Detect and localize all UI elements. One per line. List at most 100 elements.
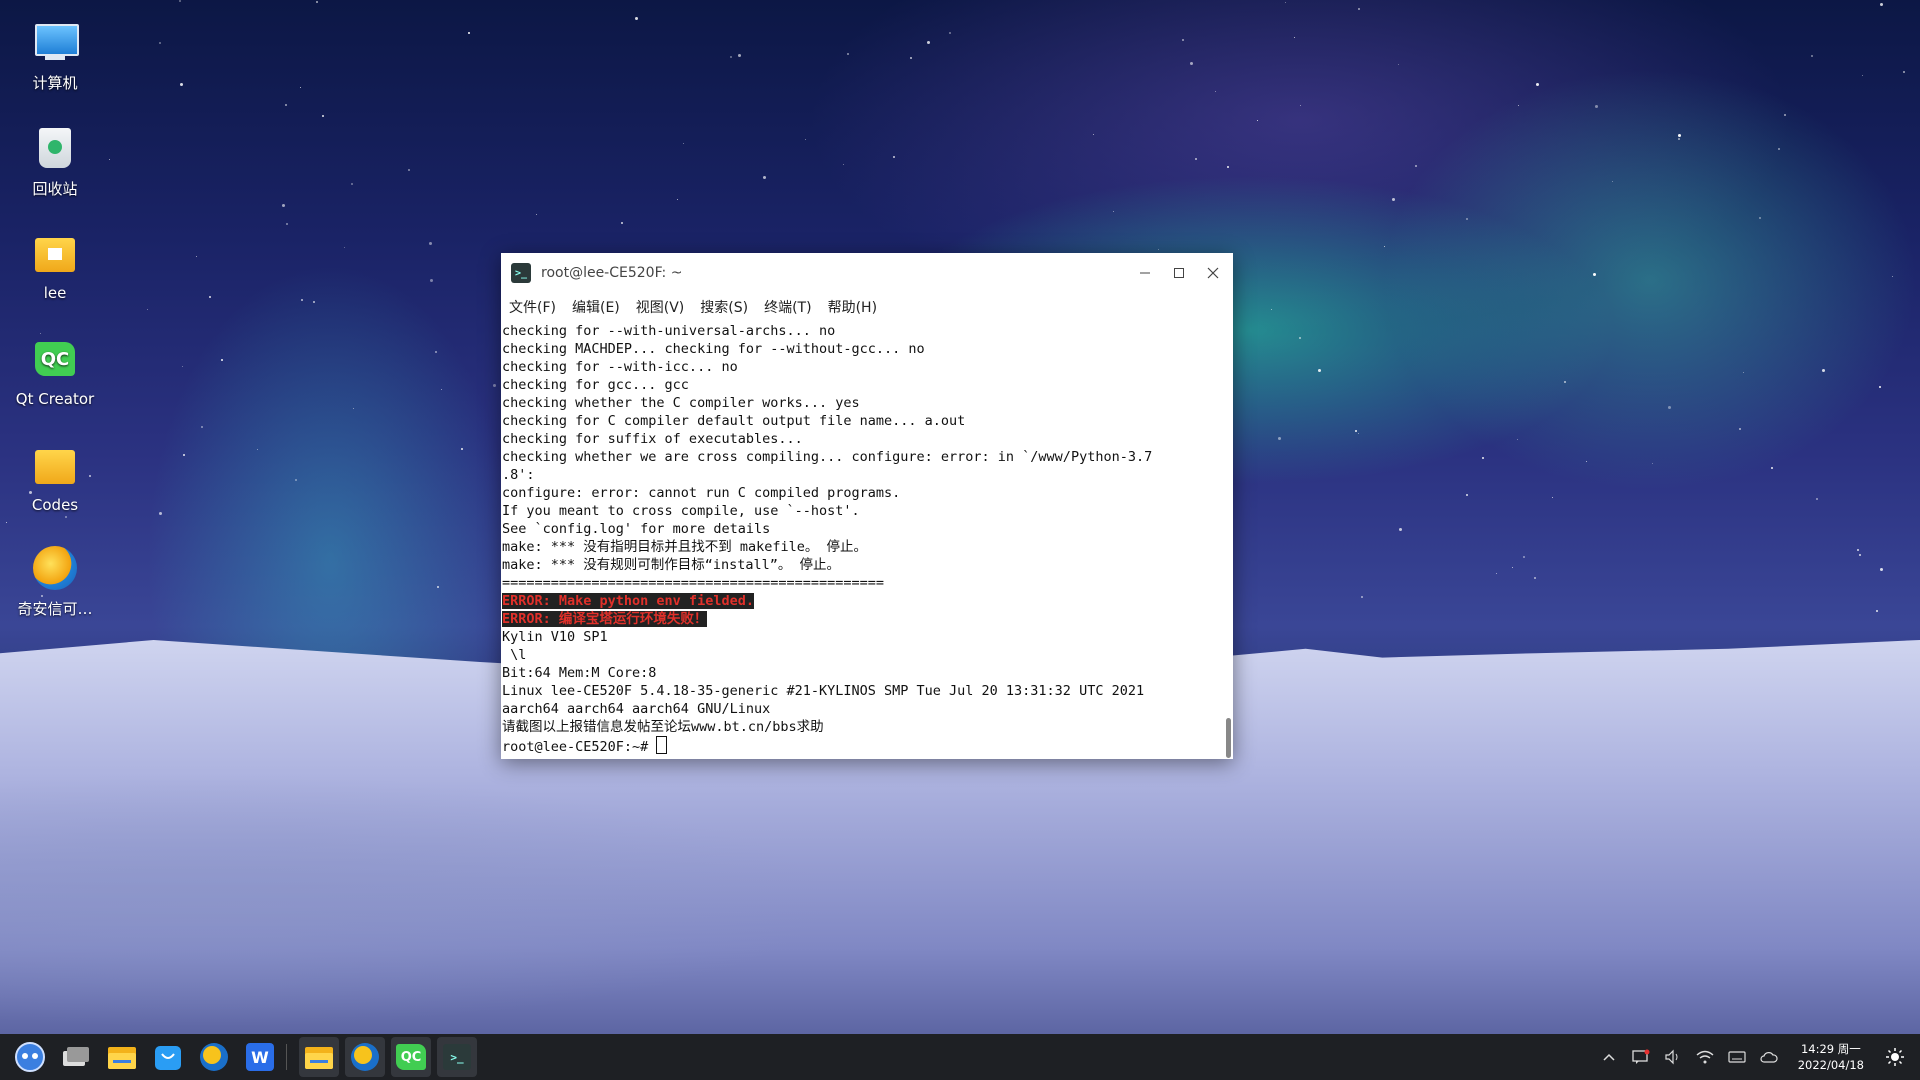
- star: [195, 255, 197, 257]
- star: [109, 159, 110, 161]
- terminal-window[interactable]: >_ root@lee-CE520F: ~ 文件(F) 编辑(E) 视图(V) …: [501, 253, 1233, 759]
- clock-time: 14:29 周一: [1800, 1042, 1861, 1056]
- volume-button[interactable]: [1658, 1042, 1688, 1072]
- notification-button[interactable]: [1626, 1042, 1656, 1072]
- maximize-icon: [1174, 268, 1184, 278]
- star: [1586, 460, 1588, 462]
- star: [682, 142, 684, 144]
- desktop-icon-qt-creator[interactable]: QC Qt Creator: [10, 336, 100, 408]
- software-store-button[interactable]: [148, 1037, 188, 1077]
- menu-view[interactable]: 视图(V): [636, 297, 685, 317]
- star: [209, 296, 212, 299]
- star: [1739, 428, 1742, 431]
- star: [285, 223, 288, 226]
- start-menu-button[interactable]: [10, 1037, 50, 1077]
- menu-file[interactable]: 文件(F): [509, 297, 556, 317]
- desktop-icon-browser[interactable]: 奇安信可…: [10, 544, 100, 619]
- star: [428, 241, 432, 245]
- computer-icon: [31, 18, 79, 66]
- star: [621, 221, 624, 224]
- menu-help[interactable]: 帮助(H): [828, 297, 877, 317]
- desktop-icon-trash[interactable]: 回收站: [10, 124, 100, 199]
- cloud-button[interactable]: [1754, 1042, 1784, 1072]
- multitask-view-button[interactable]: [56, 1037, 96, 1077]
- menu-terminal[interactable]: 终端(T): [764, 297, 811, 317]
- star: [180, 82, 184, 86]
- star: [1816, 497, 1819, 500]
- output-line: make: *** 没有指明目标并且找不到 makefile。 停止。: [502, 539, 868, 555]
- tray-expand-button[interactable]: [1594, 1042, 1624, 1072]
- star: [1878, 386, 1881, 389]
- window-title: root@lee-CE520F: ~: [541, 265, 683, 281]
- star: [1592, 272, 1596, 276]
- output-line: 请截图以上报错信息发帖至论坛www.bt.cn/bbs求助: [502, 719, 824, 735]
- desktop-icon-label: lee: [43, 284, 67, 302]
- menu-edit[interactable]: 编辑(E): [572, 297, 620, 317]
- terminal-output[interactable]: checking for --with-universal-archs... n…: [501, 322, 1223, 759]
- text-cursor: [656, 736, 668, 754]
- star: [1668, 405, 1672, 409]
- star: [181, 365, 183, 367]
- maximize-button[interactable]: [1167, 261, 1191, 285]
- clock[interactable]: 14:29 周一 2022/04/18: [1798, 1041, 1864, 1073]
- star: [729, 56, 732, 59]
- close-button[interactable]: [1201, 261, 1225, 285]
- desktop-icon-label: 计算机: [32, 74, 78, 92]
- star: [1357, 8, 1360, 11]
- minimize-button[interactable]: [1133, 261, 1157, 285]
- desktop-icon-home[interactable]: lee: [10, 230, 100, 302]
- star: [1677, 138, 1680, 141]
- browser-icon: [351, 1043, 379, 1071]
- star: [1903, 71, 1906, 74]
- star: [1214, 90, 1216, 92]
- star: [1357, 432, 1359, 434]
- output-line: checking for --with-icc... no: [502, 359, 738, 375]
- star: [847, 53, 850, 56]
- star: [64, 516, 67, 519]
- folder-icon: [31, 442, 79, 490]
- star: [5, 521, 7, 523]
- running-file-manager[interactable]: [299, 1037, 339, 1077]
- star: [927, 41, 931, 45]
- star: [1535, 83, 1539, 87]
- running-terminal[interactable]: >_: [437, 1037, 477, 1077]
- title-bar[interactable]: >_ root@lee-CE520F: ~: [501, 253, 1233, 293]
- wps-button[interactable]: W: [240, 1037, 280, 1077]
- browser-button[interactable]: [194, 1037, 234, 1077]
- star: [429, 279, 433, 283]
- menu-search[interactable]: 搜索(S): [700, 297, 748, 317]
- star: [1355, 429, 1358, 432]
- scrollbar[interactable]: [1226, 718, 1231, 758]
- output-line: checking MACHDEP... checking for --witho…: [502, 341, 925, 357]
- star: [492, 384, 496, 388]
- file-manager-button[interactable]: [102, 1037, 142, 1077]
- star: [299, 86, 301, 88]
- output-line: Kylin V10 SP1: [502, 629, 608, 645]
- browser-icon: [200, 1043, 228, 1071]
- star: [316, 0, 318, 3]
- star: [1892, 276, 1894, 278]
- wifi-button[interactable]: [1690, 1042, 1720, 1072]
- qt-creator-icon: QC: [396, 1044, 426, 1070]
- desktop-icon-codes[interactable]: Codes: [10, 442, 100, 514]
- star: [1533, 576, 1536, 579]
- keyboard-icon: [1728, 1051, 1746, 1063]
- star: [1742, 371, 1744, 373]
- theme-button[interactable]: [1880, 1042, 1910, 1072]
- running-browser[interactable]: [345, 1037, 385, 1077]
- error-line: ERROR: 编译宝塔运行环境失败！: [502, 611, 708, 627]
- output-line: checking for C compiler default output f…: [502, 413, 966, 429]
- prompt-line[interactable]: root@lee-CE520F:~#: [502, 736, 1223, 756]
- keyboard-button[interactable]: [1722, 1042, 1752, 1072]
- star: [1482, 456, 1485, 459]
- star: [1862, 74, 1864, 76]
- output-line: checking whether the C compiler works...…: [502, 395, 860, 411]
- home-folder-icon: [31, 230, 79, 278]
- notification-icon: [1632, 1049, 1650, 1064]
- output-line: Linux lee-CE520F 5.4.18-35-generic #21-K…: [502, 683, 1145, 699]
- desktop-icon-computer[interactable]: 计算机: [10, 18, 100, 93]
- star: [1495, 573, 1497, 575]
- star: [159, 42, 162, 45]
- running-qt-creator[interactable]: QC: [391, 1037, 431, 1077]
- star: [183, 454, 185, 457]
